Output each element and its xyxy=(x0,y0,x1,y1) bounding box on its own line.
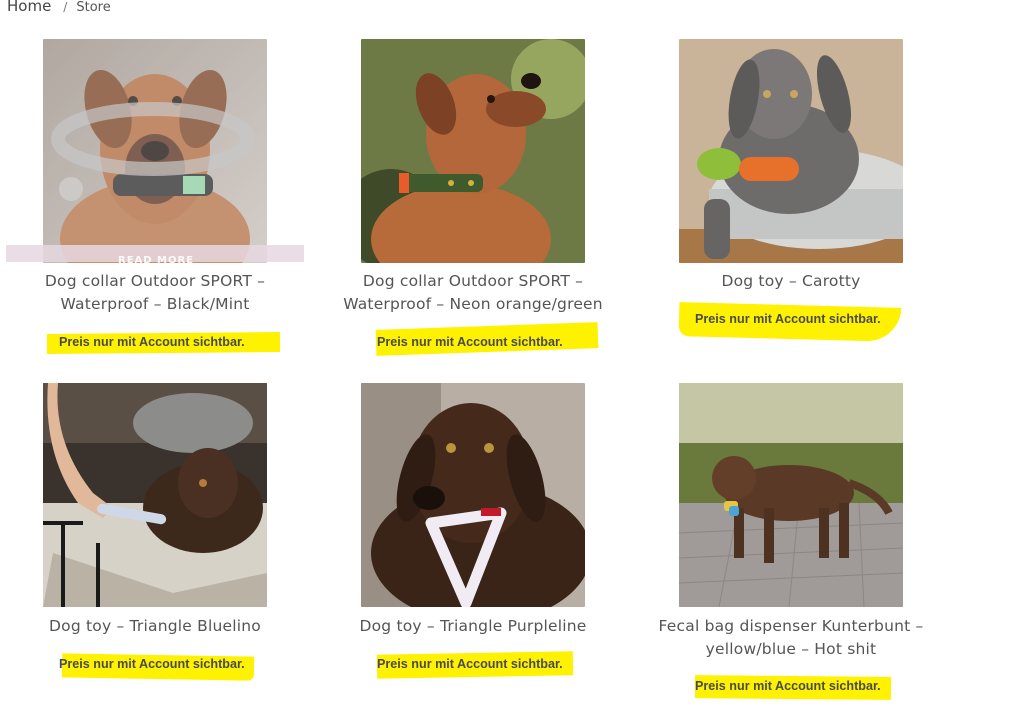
read-more-label: READ MORE xyxy=(118,255,195,266)
product-title-line2: Waterproof – Black/Mint xyxy=(60,294,250,313)
product-image-collar-neon-orange-green[interactable] xyxy=(361,39,585,263)
product-image-triangle-purpleline[interactable] xyxy=(361,383,585,607)
product-title-line2: yellow/blue – Hot shit xyxy=(705,639,877,658)
price-note: Preis nur mit Account sichtbar. xyxy=(377,657,563,671)
price-note: Preis nur mit Account sichtbar. xyxy=(695,679,881,693)
product-image-fecal-bag-dispenser[interactable] xyxy=(679,383,903,607)
product-title[interactable]: Dog toy – Carotty xyxy=(641,270,941,293)
product-image-carotty[interactable] xyxy=(679,39,903,263)
product-title-line1: Dog collar Outdoor SPORT – xyxy=(44,272,266,290)
product-title-line1: Dog toy – Triangle Bluelino xyxy=(49,617,261,635)
product-title-line2: Waterproof – Neon orange/green xyxy=(343,294,603,313)
product-title[interactable]: Dog toy – Triangle Purpleline xyxy=(323,615,623,638)
product-title[interactable]: Fecal bag dispenser Kunterbunt – yellow/… xyxy=(641,615,941,660)
product-title[interactable]: Dog collar Outdoor SPORT – Waterproof – … xyxy=(5,270,305,315)
product-image-collar-black-mint[interactable] xyxy=(43,39,267,263)
price-note: Preis nur mit Account sichtbar. xyxy=(59,657,245,671)
product-title[interactable]: Dog collar Outdoor SPORT – Waterproof – … xyxy=(323,270,623,315)
breadcrumb: Home / Store xyxy=(7,0,111,15)
product-title-line1: Dog toy – Triangle Purpleline xyxy=(359,617,587,635)
product-title-line1: Dog toy – Carotty xyxy=(721,272,861,290)
breadcrumb-home-link[interactable]: Home xyxy=(7,0,51,15)
product-title-line1: Fecal bag dispenser Kunterbunt – xyxy=(658,617,924,635)
price-note: Preis nur mit Account sichtbar. xyxy=(377,335,563,349)
product-title-line1: Dog collar Outdoor SPORT – xyxy=(362,272,584,290)
product-image-triangle-bluelino[interactable] xyxy=(43,383,267,607)
product-title[interactable]: Dog toy – Triangle Bluelino xyxy=(5,615,305,638)
price-note: Preis nur mit Account sichtbar. xyxy=(59,335,245,349)
price-note: Preis nur mit Account sichtbar. xyxy=(695,312,881,326)
read-more-overlay[interactable]: READ MORE xyxy=(6,245,304,266)
breadcrumb-separator: / xyxy=(63,0,68,14)
breadcrumb-current: Store xyxy=(76,0,111,15)
